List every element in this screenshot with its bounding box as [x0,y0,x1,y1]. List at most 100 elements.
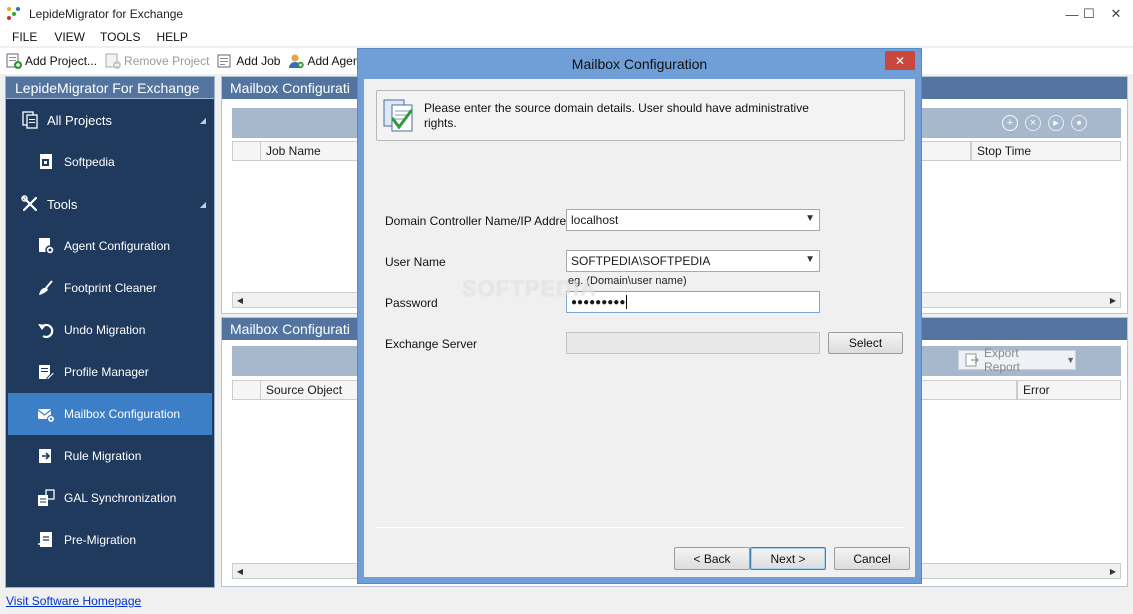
add-project-icon [6,53,22,69]
sidebar-item-label: Pre-Migration [64,533,137,547]
sidebar-header: LepideMigrator For Exchange [6,77,214,99]
add-project-button[interactable]: Add Project... [6,53,97,69]
add-agent-label: Add Agen [307,54,360,68]
add-agent-icon [288,53,305,69]
chevron-down-icon[interactable]: ▼ [805,254,815,265]
sidebar-item-label: Profile Manager [64,365,149,379]
add-job-icon [217,53,233,69]
menu-file[interactable]: FILE [12,30,37,44]
menu-bar: FILE VIEW TOOLS HELP [0,28,1133,46]
password-label: Password [385,296,438,310]
back-button[interactable]: < Back [674,547,750,570]
password-field[interactable]: ●●●●●●●●● [566,291,820,313]
sidebar-item-label: Softpedia [64,155,115,169]
remove-project-label: Remove Project [124,54,210,68]
sidebar-item-agent-configuration[interactable]: Agent Configuration [6,225,214,267]
remove-project-icon [105,53,122,69]
checklist-icon [383,99,415,133]
profile-icon [36,362,56,382]
title-bar: LepideMigrator for Exchange — ☐ ✕ [0,0,1133,28]
remove-project-button[interactable]: Remove Project [105,53,209,69]
collapse-icon[interactable]: ◢ [200,200,206,209]
info-message: Please enter the source domain details. … [424,101,809,130]
add-project-label: Add Project... [25,54,98,68]
sidebar-item-rule-migration[interactable]: Rule Migration [6,435,214,477]
collapse-icon[interactable]: ◢ [200,116,206,125]
mailbox-configuration-dialog: Mailbox Configuration ✕ Please enter the… [357,48,922,584]
pre-migration-icon [36,530,56,550]
tools-icon [20,194,40,214]
user-name-label: User Name [385,255,446,269]
cancel-circle-icon[interactable]: × [1025,115,1041,131]
sidebar-item-mailbox-configuration[interactable]: Mailbox Configuration [8,393,212,435]
exchange-server-field[interactable] [566,332,820,354]
chevron-down-icon: ▼ [1066,355,1075,365]
scroll-right-icon[interactable]: ▶ [1106,564,1120,578]
sidebar-group-label: All Projects [47,112,113,128]
rule-icon [36,446,56,466]
exchange-server-label: Exchange Server [385,337,478,351]
mailbox-config-icon [36,404,56,424]
sidebar-group-label: Tools [47,196,78,212]
column-header[interactable]: Stop Time [971,142,1120,160]
chevron-down-icon[interactable]: ▼ [805,213,815,224]
homepage-link[interactable]: Visit Software Homepage [6,594,141,608]
export-report-button[interactable]: Export Report ▼ [958,346,1076,374]
cancel-button[interactable]: Cancel [834,547,910,570]
menu-help[interactable]: HELP [156,30,187,44]
sidebar-item-label: Mailbox Configuration [64,407,181,421]
app-logo-icon [7,7,21,21]
softpedia-watermark: SOFTPEDIA [462,276,597,301]
sidebar-group-tools[interactable]: Tools ◢ [6,183,214,225]
dialog-title: Mailbox Configuration [571,56,708,72]
domain-controller-value: localhost [571,213,619,227]
info-box: Please enter the source domain details. … [376,90,905,141]
broom-icon [36,278,56,298]
sidebar: LepideMigrator For Exchange All Projects… [5,76,215,588]
agent-config-icon [36,236,56,256]
next-button[interactable]: Next > [750,547,826,570]
grid-corner [233,142,261,160]
sidebar-item-pre-migration[interactable]: Pre-Migration [6,519,214,561]
sidebar-item-label: Footprint Cleaner [64,281,157,295]
dialog-close-button[interactable]: ✕ [885,51,915,70]
sidebar-item-softpedia[interactable]: Softpedia [6,141,214,183]
select-button[interactable]: Select [828,332,903,354]
add-job-label: Add Job [236,54,281,68]
add-agent-button[interactable]: Add Agen [288,53,360,69]
domain-controller-label: Domain Controller Name/IP Address [385,214,579,228]
user-name-value: SOFTPEDIA\SOFTPEDIA [571,254,711,268]
sidebar-item-label: Undo Migration [64,323,146,337]
menu-tools[interactable]: TOOLS [100,30,140,44]
sidebar-item-gal-synchronization[interactable]: GAL Synchronization [6,477,214,519]
dialog-body: Please enter the source domain details. … [364,79,915,577]
dialog-separator [376,527,905,528]
column-header[interactable]: Error [1017,381,1120,399]
scroll-left-icon[interactable]: ◀ [233,293,247,307]
gal-sync-icon [36,488,56,508]
add-circle-icon[interactable]: + [1002,115,1018,131]
export-icon [965,353,979,367]
menu-view[interactable]: VIEW [54,30,85,44]
sidebar-item-label: Rule Migration [64,449,142,463]
undo-icon [36,320,56,340]
sidebar-item-label: Agent Configuration [64,239,171,253]
sidebar-group-all-projects[interactable]: All Projects ◢ [6,99,214,141]
add-job-button[interactable]: Add Job [217,53,280,69]
scroll-right-icon[interactable]: ▶ [1106,293,1120,307]
sidebar-item-label: GAL Synchronization [64,491,177,505]
scroll-left-icon[interactable]: ◀ [233,564,247,578]
text-cursor [626,295,628,309]
close-window-button[interactable]: ✕ [1099,0,1133,28]
grid-corner [233,381,261,399]
domain-controller-combo[interactable]: localhost ▼ [566,209,820,231]
window-title: LepideMigrator for Exchange [29,7,184,21]
project-file-icon [36,152,56,172]
user-name-combo[interactable]: SOFTPEDIA\SOFTPEDIA ▼ [566,250,820,272]
sidebar-item-footprint-cleaner[interactable]: Footprint Cleaner [6,267,214,309]
sidebar-item-profile-manager[interactable]: Profile Manager [6,351,214,393]
sidebar-item-undo-migration[interactable]: Undo Migration [6,309,214,351]
projects-icon [20,110,40,130]
stop-circle-icon[interactable]: ■ [1071,115,1087,131]
play-circle-icon[interactable]: ▶ [1048,115,1064,131]
